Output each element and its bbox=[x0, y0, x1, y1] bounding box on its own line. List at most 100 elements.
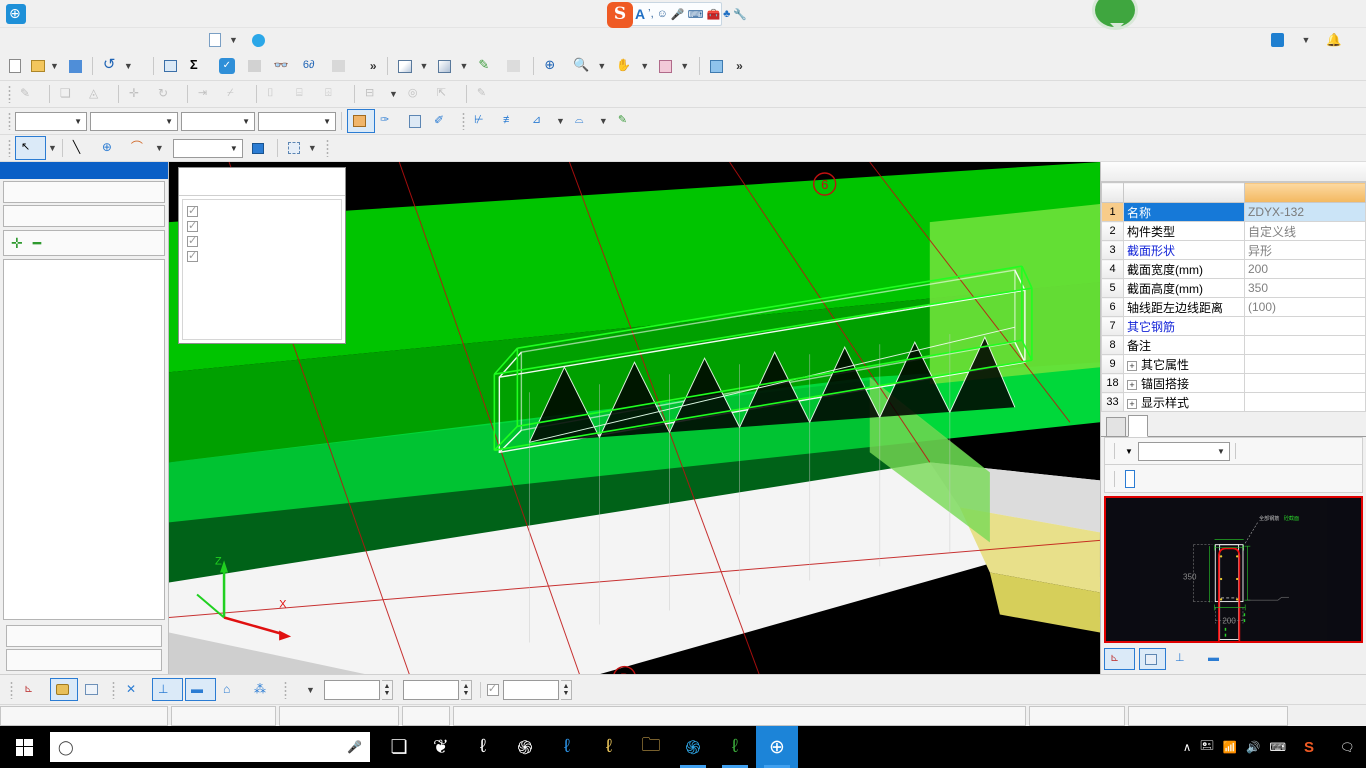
app-icon-pinwheel[interactable]: ❦ bbox=[420, 726, 462, 768]
properties-button[interactable] bbox=[347, 109, 375, 133]
rotate-button[interactable]: ↻ bbox=[153, 82, 182, 106]
property-row-value[interactable]: 异形 bbox=[1244, 240, 1366, 260]
3d-chevron-icon[interactable]: ▼ bbox=[418, 61, 429, 71]
assistant-button[interactable] bbox=[245, 31, 275, 50]
action-center-icon[interactable]: 🗨 bbox=[1336, 736, 1358, 758]
top-view-button[interactable]: ▼ bbox=[433, 54, 473, 78]
floor-selector[interactable]: ▼ bbox=[15, 111, 87, 131]
maximize-button[interactable] bbox=[1274, 0, 1320, 28]
property-row-value[interactable] bbox=[1244, 354, 1366, 374]
menu-item-floor[interactable] bbox=[34, 37, 48, 43]
checkbox-show-detail-formula[interactable] bbox=[187, 249, 198, 262]
pick-member-button[interactable]: ✐ bbox=[429, 109, 458, 133]
drawing-canvas[interactable]: 6 B Z X bbox=[169, 162, 1100, 674]
tray-sogou-icon[interactable]: S bbox=[1304, 739, 1314, 756]
three-point-chevron-icon[interactable]: ▼ bbox=[597, 116, 608, 126]
property-row[interactable]: 2 构件类型 自定义线 bbox=[1101, 221, 1366, 241]
tray-keyboard-icon[interactable]: ⌨ bbox=[1269, 740, 1286, 754]
shape-selector[interactable]: ▼ bbox=[172, 138, 243, 158]
ime-toolbox-icon[interactable]: 🧰 bbox=[706, 8, 720, 21]
align-slab-top-button[interactable] bbox=[243, 54, 269, 78]
property-table[interactable]: 1 名称 ZDYX-132 2 构件类型 自定义线 3 截面形状 异形 4 截面宽度(mm) 200 5… bbox=[1101, 182, 1366, 412]
local-3d-button[interactable] bbox=[502, 54, 528, 78]
smart-layout-button[interactable]: ▼ bbox=[283, 136, 322, 160]
midpoint-snap-button[interactable]: ▬ bbox=[185, 678, 216, 701]
point-angle-chevron-icon[interactable]: ▼ bbox=[554, 116, 565, 126]
intersection-snap-button[interactable]: ✕ bbox=[121, 678, 150, 701]
property-row-value[interactable]: ZDYX-132 bbox=[1244, 202, 1366, 222]
menu-item-file[interactable] bbox=[6, 37, 20, 43]
delete-button[interactable]: ✎ bbox=[15, 82, 44, 106]
taskbar-search-box[interactable]: ◯ 🎤 bbox=[50, 732, 370, 762]
select-chevron-icon[interactable]: ▼ bbox=[46, 143, 57, 153]
property-row[interactable]: 4 截面宽度(mm) 200 bbox=[1101, 259, 1366, 279]
app-icon-spiral[interactable]: ֍ bbox=[504, 726, 546, 768]
mirror-button[interactable]: ◬ bbox=[84, 82, 113, 106]
ime-lang-icon[interactable]: A bbox=[635, 6, 645, 22]
app-icon-browser-green[interactable]: ℓ bbox=[714, 726, 756, 768]
rebar-option-row[interactable] bbox=[187, 234, 341, 249]
type-selector[interactable]: ▼ bbox=[181, 111, 255, 131]
ortho-button[interactable]: ⊾ bbox=[19, 678, 48, 701]
category-chevron-icon[interactable]: ▼ bbox=[165, 117, 173, 126]
ime-toolbar[interactable]: S A ʼ, ☺ 🎤 ⌨ 🧰 ♣ 🔧 bbox=[607, 2, 747, 28]
ime-skin-icon[interactable]: ♣ bbox=[723, 8, 730, 20]
define-button[interactable] bbox=[159, 54, 185, 78]
save-file-button[interactable] bbox=[64, 54, 87, 78]
menu-item-bim[interactable] bbox=[146, 37, 160, 43]
rebar-shape-chevron-icon[interactable]: ▼ bbox=[1125, 447, 1133, 456]
pan-chevron-icon[interactable]: ▼ bbox=[638, 61, 649, 71]
notification-badge[interactable] bbox=[1092, 0, 1138, 30]
preview-ortho-button[interactable]: ⊾ bbox=[1104, 648, 1135, 670]
menu-item-online[interactable] bbox=[160, 37, 174, 43]
zoom-button[interactable]: 🔍 ▼ bbox=[568, 54, 611, 78]
rebar-display-control-panel[interactable] bbox=[178, 167, 346, 344]
property-row-value[interactable]: (100) bbox=[1244, 297, 1366, 317]
ime-punct-icon[interactable]: ʼ, bbox=[648, 8, 654, 20]
property-row-value[interactable]: 350 bbox=[1244, 278, 1366, 298]
expand-icon[interactable]: + bbox=[1127, 398, 1137, 409]
new-file-button[interactable] bbox=[4, 54, 26, 78]
three-point-aux-button[interactable]: ⌓ ▼ bbox=[570, 109, 613, 133]
open-chevron-icon[interactable]: ▼ bbox=[48, 61, 59, 71]
break-button[interactable]: ⌷ bbox=[262, 82, 291, 106]
property-row[interactable]: 6 轴线距左边线距离 (100) bbox=[1101, 297, 1366, 317]
property-row[interactable]: 9 + 其它属性 bbox=[1101, 354, 1366, 374]
trim-button[interactable]: ⌿ bbox=[222, 82, 251, 106]
dynamic-input-button[interactable] bbox=[80, 678, 106, 701]
copy-button[interactable]: ❏ bbox=[55, 82, 84, 106]
member-selector[interactable]: ▼ bbox=[258, 111, 336, 131]
property-row-value[interactable] bbox=[1244, 316, 1366, 336]
component-tree[interactable] bbox=[3, 259, 165, 620]
property-row[interactable]: 7 其它钢筋 bbox=[1101, 316, 1366, 336]
property-row[interactable]: 8 备注 bbox=[1101, 335, 1366, 355]
toolbar-drag-handle[interactable] bbox=[8, 112, 11, 130]
tray-volume-icon[interactable]: 🔊 bbox=[1246, 740, 1260, 754]
open-file-button[interactable]: ▼ bbox=[26, 54, 64, 78]
three-point-arc-button[interactable]: ⌒ ▼ bbox=[126, 136, 169, 160]
tab-section[interactable] bbox=[1106, 417, 1126, 436]
cloud-check-button[interactable]: ✓ bbox=[214, 54, 243, 78]
parallel-aux-button[interactable]: ≢ bbox=[498, 109, 527, 133]
align-button[interactable]: ⊟ ▼ bbox=[360, 82, 403, 106]
app-icon-ggj2013[interactable]: ⊕ bbox=[756, 726, 798, 768]
task-view-icon[interactable]: ❏ bbox=[378, 726, 420, 768]
batch-select-button[interactable] bbox=[327, 54, 353, 78]
type-chevron-icon[interactable]: ▼ bbox=[242, 117, 250, 126]
arc-chevron-icon[interactable]: ▼ bbox=[153, 143, 164, 153]
offset-chevron-icon[interactable]: ▼ bbox=[304, 685, 315, 695]
checkbox-show-other-elements[interactable] bbox=[187, 234, 198, 247]
align-chevron-icon[interactable]: ▼ bbox=[387, 89, 398, 99]
category-selector[interactable]: ▼ bbox=[90, 111, 178, 131]
offset-mode-selector[interactable]: ▼ bbox=[293, 678, 320, 701]
menu-item-modify[interactable] bbox=[76, 37, 90, 43]
expand-icon[interactable]: + bbox=[1127, 360, 1137, 371]
app-icon-edge[interactable]: ℓ bbox=[546, 726, 588, 768]
menu-item-draw[interactable] bbox=[62, 37, 76, 43]
select-tool-button[interactable]: ↖ bbox=[15, 136, 46, 160]
toolbar-drag-handle[interactable] bbox=[8, 139, 11, 157]
property-row-value[interactable]: 200 bbox=[1244, 259, 1366, 279]
zoom-chevron-icon[interactable]: ▼ bbox=[595, 61, 606, 71]
tab-reinforcement[interactable] bbox=[1128, 415, 1148, 437]
app-icon-internet-explorer[interactable]: ℓ bbox=[588, 726, 630, 768]
